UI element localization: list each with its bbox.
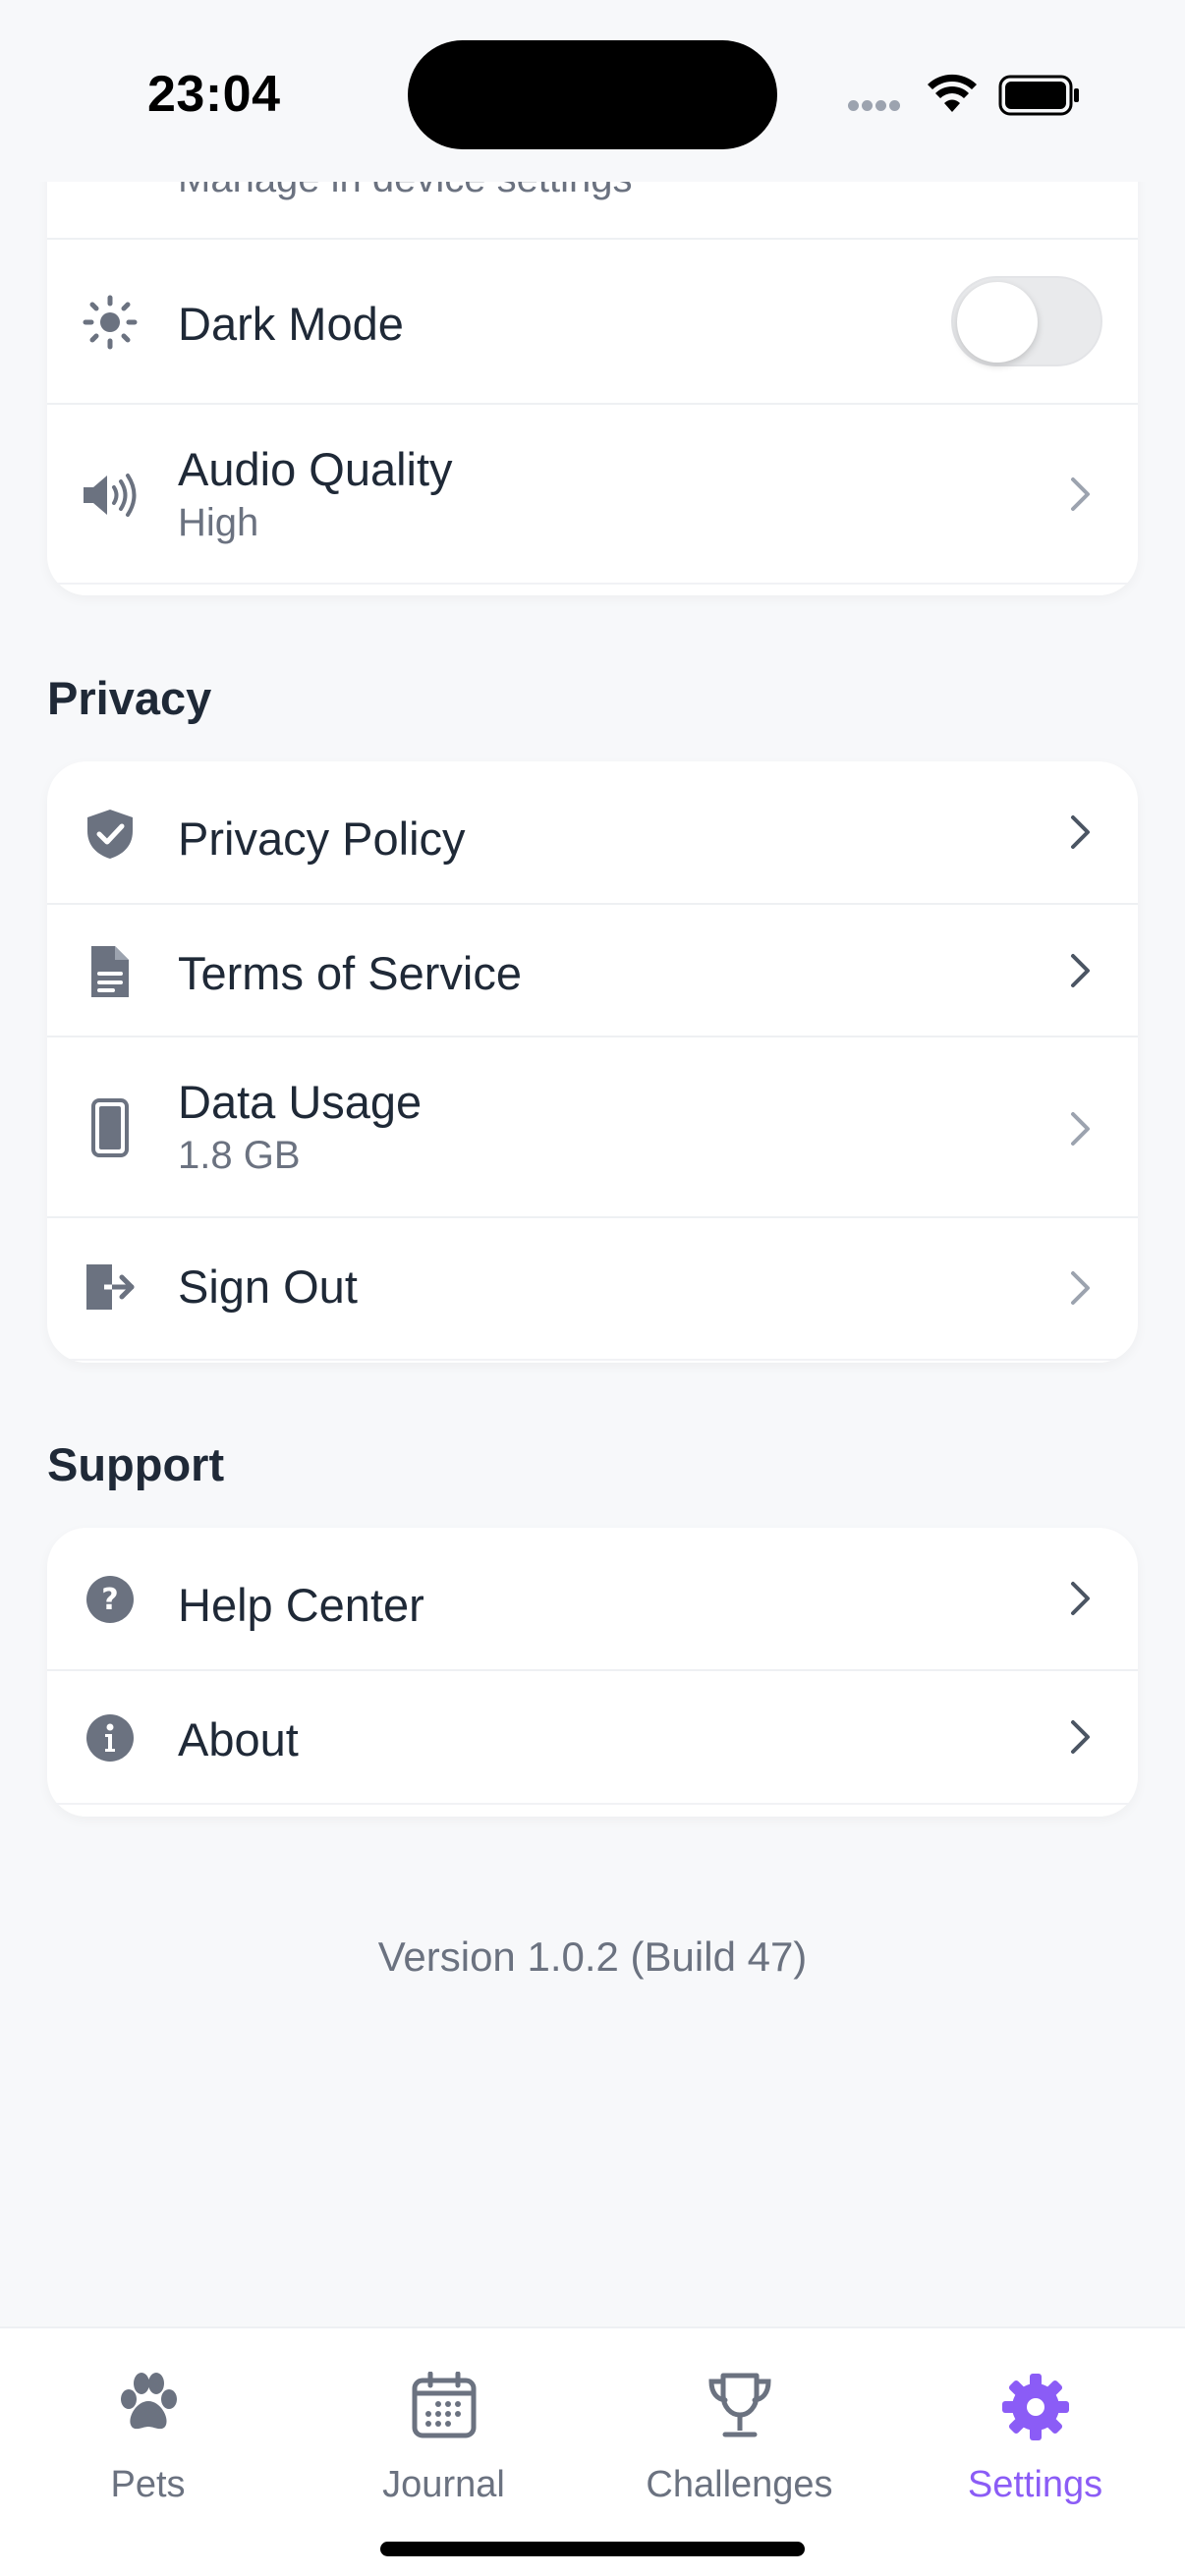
data-usage-row[interactable]: Data Usage 1.8 GB [47,1037,1138,1218]
tab-pets[interactable]: Pets [0,2328,296,2525]
about-label: About [178,1713,299,1765]
support-section-title: Support [47,1438,225,1490]
chevron-right-icon [1071,1112,1090,1146]
status-time: 23:04 [147,66,281,123]
tab-challenges-label: Challenges [646,2464,833,2505]
speaker-icon [81,466,140,525]
chevron-right-icon [1071,1582,1090,1615]
data-usage-label: Data Usage [178,1076,423,1128]
dark-mode-label: Dark Mode [178,298,404,350]
audio-quality-row[interactable]: Audio Quality High [47,405,1138,585]
sign-out-label: Sign Out [178,1260,358,1313]
terms-of-service-row[interactable]: Terms of Service [47,905,1138,1037]
document-icon [81,942,140,1001]
toggle-knob [957,282,1038,363]
shield-check-icon [81,805,140,864]
tab-settings-label: Settings [967,2464,1103,2505]
chevron-right-icon [1071,815,1090,849]
question-circle-icon: ? [81,1570,140,1629]
home-indicator [380,2542,805,2556]
help-center-row[interactable]: ? Help Center [47,1528,1138,1671]
tab-journal[interactable]: Journal [296,2328,592,2525]
tab-journal-label: Journal [382,2464,505,2505]
chevron-right-icon [1071,1720,1090,1754]
support-card: ? Help Center About [47,1528,1138,1817]
privacy-policy-row[interactable]: Privacy Policy [47,761,1138,905]
tab-bar: Pets Journal Challenges Settings [0,2326,1185,2576]
status-bar: 23:04 [0,0,1185,182]
dynamic-island [408,40,777,149]
help-center-label: Help Center [178,1579,424,1631]
data-usage-value: 1.8 GB [178,1134,301,1177]
battery-icon [998,75,1079,116]
tab-settings[interactable]: Settings [887,2328,1183,2525]
privacy-section-title: Privacy [47,672,212,724]
chevron-right-icon [1071,954,1090,987]
app-version: Version 1.0.2 (Build 47) [377,1933,808,1980]
gear-icon [1001,2374,1069,2440]
tab-pets-label: Pets [110,2464,186,2505]
privacy-policy-label: Privacy Policy [178,812,466,865]
trophy-icon [707,2373,771,2437]
sign-out-icon [81,1258,140,1316]
info-circle-icon [81,1708,140,1767]
dark-mode-row[interactable]: Dark Mode [47,240,1138,405]
chevron-right-icon [1071,477,1090,511]
svg-text:?: ? [101,1583,118,1617]
sun-icon [81,293,140,352]
wifi-icon [928,74,977,112]
calendar-icon [412,2372,476,2438]
phone-icon [81,1098,140,1157]
sign-out-row[interactable]: Sign Out [47,1218,1138,1361]
dark-mode-toggle[interactable] [951,276,1102,366]
cellular-signal-icon [848,98,903,116]
audio-quality-value: High [178,501,259,544]
tab-challenges[interactable]: Challenges [592,2328,887,2525]
chevron-right-icon [1071,1271,1090,1305]
terms-of-service-label: Terms of Service [178,947,522,999]
audio-quality-label: Audio Quality [178,443,453,495]
privacy-card: Privacy Policy Terms of Service Data Usa… [47,761,1138,1363]
about-row[interactable]: About [47,1671,1138,1805]
paw-icon [120,2373,177,2430]
